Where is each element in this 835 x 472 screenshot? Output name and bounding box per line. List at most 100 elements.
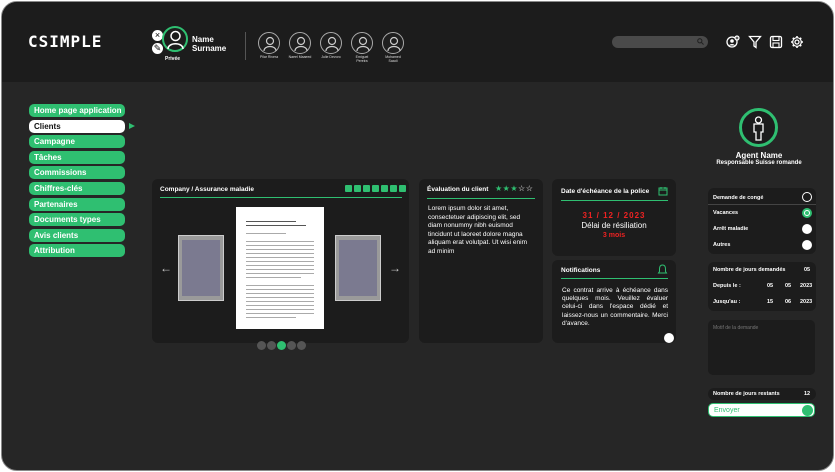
send-arrow-icon [802,405,813,416]
add-user-icon[interactable] [726,35,740,49]
agent-avatar[interactable] [739,108,778,147]
team-avatar-icon [258,32,280,54]
policy-expiry-date: 31 / 12 / 2023 [582,211,646,220]
team-member[interactable]: Mohamed Saadi [381,32,405,63]
from-month[interactable]: 05 [785,283,791,289]
divider [561,200,668,201]
search-input[interactable] [612,36,708,48]
rating-stars[interactable]: ★★★☆☆ [495,184,533,193]
send-label: Envoyer [714,407,740,414]
user-avatar[interactable] [162,26,188,52]
sidebar-item-taches[interactable]: Tâches [29,150,125,164]
user-status: Privée [165,56,181,62]
download-icon[interactable] [802,192,812,202]
notice-value: 3 mois [602,232,626,239]
reason-textarea[interactable]: Motif de la demande [708,320,815,375]
team-member-label: Julie Devoro [321,55,341,59]
search-icon[interactable] [697,38,704,45]
link-icon[interactable] [372,185,379,192]
sidebar-item-documents-types[interactable]: Documents types [29,213,125,227]
user-first-name: Name [192,35,214,44]
divider [160,197,402,198]
document-page[interactable] [236,207,324,329]
app-logo: CSIMPLE [28,32,103,51]
send-button[interactable]: Envoyer [708,403,815,417]
requested-days-value[interactable]: 05 [804,267,810,273]
leave-option-radio[interactable] [802,208,812,218]
carousel-dot[interactable] [297,341,306,350]
sidebar-item-partenaires[interactable]: Partenaires [29,197,125,211]
agent-name: Agent Name [735,151,783,160]
to-year[interactable]: 2023 [800,299,812,305]
print-icon[interactable] [390,185,397,192]
upload-icon[interactable] [354,185,361,192]
remaining-days-card: Nombre de jours restants 12 [708,388,816,400]
bell-icon[interactable] [657,264,668,275]
carousel-pagination [257,341,306,350]
team-member[interactable]: Pilar Rivera [257,32,281,59]
leave-option-radio[interactable] [802,240,812,250]
sidebar-menu: Home page application Clients Campagne T… [29,104,125,260]
divider [245,32,246,60]
edit-user-icon[interactable]: ✎ [152,43,163,54]
agent-role: Responsable Suisse romande [716,160,802,166]
from-label: Depuis le : [713,283,741,289]
send-icon[interactable] [664,333,674,343]
policy-date-card: Date d'échéance de la police 31 / 12 / 2… [552,179,676,256]
previous-arrow-icon[interactable]: ← [160,261,172,275]
team-member-label: Emiguel Pereira [355,55,369,63]
sidebar-item-chiffres-cles[interactable]: Chiffres-clés [29,181,125,195]
carousel-dot-active[interactable] [277,341,286,350]
save-icon[interactable] [769,35,783,49]
star-empty-icon: ☆ [525,184,534,193]
policy-date-title: Date d'échéance de la police [561,188,650,195]
evaluation-card: Évaluation du client ★★★☆☆ Lorem ipsum d… [419,179,543,343]
days-card: Nombre de jours demandés 05 Depuis le : … [708,262,816,311]
carousel-dot[interactable] [287,341,296,350]
star-icon: ★ [510,184,519,193]
user-name[interactable]: Name Surname [192,35,226,53]
team-avatar-icon [382,32,404,54]
next-arrow-icon[interactable]: → [389,261,401,275]
sidebar-item-attribution[interactable]: Attribution [29,244,125,258]
from-year[interactable]: 2023 [800,283,812,289]
remaining-days-value: 12 [804,391,811,397]
download-icon[interactable] [345,185,352,192]
user-last-name: Surname [192,44,227,53]
team-member[interactable]: Emiguel Pereira [350,32,374,63]
to-month[interactable]: 06 [785,299,791,305]
sidebar-item-avis-clients[interactable]: Avis clients [29,228,125,242]
settings-icon[interactable] [790,35,804,49]
to-day[interactable]: 15 [767,299,773,305]
sidebar-item-commissions[interactable]: Commissions [29,166,125,180]
carousel-dot[interactable] [257,341,266,350]
breadcrumb[interactable]: Company / Assurance maladie [160,186,254,193]
sidebar-item-campagne[interactable]: Campagne [29,135,125,149]
leave-option-label: Vacances [713,210,739,216]
team-avatar-icon [351,32,373,54]
calendar-icon[interactable] [658,186,668,196]
delete-icon[interactable] [399,185,406,192]
app-window: CSIMPLE × ✎ Privée Name Surname Pilar Ri… [1,1,834,471]
share-icon[interactable] [363,185,370,192]
team-member[interactable]: Julie Devoro [319,32,343,59]
top-bar: CSIMPLE × ✎ Privée Name Surname Pilar Ri… [2,2,833,82]
carousel-dot[interactable] [267,341,276,350]
from-day[interactable]: 05 [767,283,773,289]
document-page-preview[interactable] [178,235,224,301]
star-empty-icon: ☆ [518,184,526,193]
document-page-preview[interactable] [335,235,381,301]
team-member-label: Naeel Maaeed [288,55,312,59]
sidebar-item-home[interactable]: Home page application [29,104,125,117]
sidebar-item-clients[interactable]: Clients [29,119,125,133]
document-viewer: Company / Assurance maladie ← → [152,179,409,343]
remaining-days-label: Nombre de jours restants [713,391,780,397]
edit-icon[interactable] [381,185,388,192]
team-member[interactable]: Naeel Maaeed [288,32,312,59]
leave-option-radio[interactable] [802,224,812,234]
notifications-title: Notifications [561,267,601,274]
document-toolbar [345,185,406,192]
to-label: Jusqu'au : [713,299,741,305]
requested-days-label: Nombre de jours demandés [713,267,786,273]
filter-icon[interactable] [748,35,762,49]
